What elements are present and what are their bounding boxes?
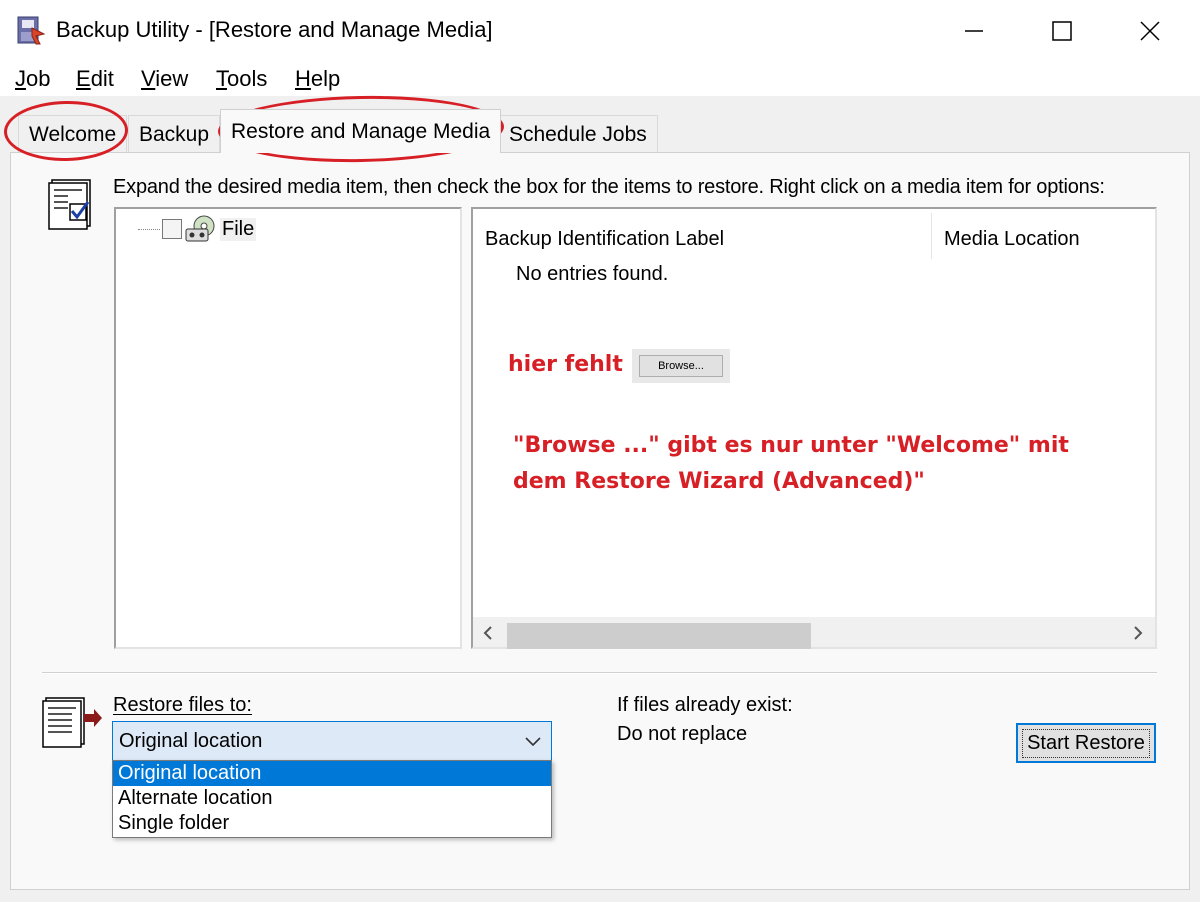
restore-to-selected-value: Original location — [119, 729, 263, 752]
tab-backup[interactable]: Backup — [128, 115, 221, 153]
close-button[interactable] — [1106, 0, 1194, 62]
annotation-note-line1: "Browse ..." gibt es nur unter "Welcome"… — [513, 433, 1069, 458]
annotation-missing-label: hier fehlt — [508, 352, 623, 377]
tree-connector — [138, 228, 160, 230]
scrollbar-thumb[interactable] — [507, 623, 811, 649]
restore-to-label: Restore files to: — [113, 694, 252, 716]
menu-job[interactable]: Job — [15, 66, 50, 92]
option-alternate-location[interactable]: Alternate location — [113, 786, 551, 811]
tree-item-label: File — [220, 217, 257, 241]
restore-to-dropdown: Original location Alternate location Sin… — [112, 760, 552, 838]
maximize-icon — [1052, 21, 1072, 41]
tab-welcome[interactable]: Welcome — [18, 115, 128, 153]
restore-to-select[interactable]: Original location — [112, 721, 552, 761]
option-single-folder[interactable]: Single folder — [113, 811, 551, 836]
column-header-backup-label[interactable]: Backup Identification Label — [473, 219, 931, 259]
column-header-media-location[interactable]: Media Location — [932, 219, 1152, 259]
backup-app-icon — [17, 16, 46, 45]
tab-schedule-jobs[interactable]: Schedule Jobs — [498, 115, 658, 153]
close-icon — [1140, 21, 1160, 41]
horizontal-scrollbar[interactable] — [473, 617, 1155, 649]
start-restore-button[interactable]: Start Restore — [1016, 723, 1156, 763]
browse-button-label: Browse... — [639, 355, 723, 377]
maximize-button[interactable] — [1018, 0, 1106, 62]
tab-restore-manage-media[interactable]: Restore and Manage Media — [220, 109, 502, 153]
tree-item-checkbox[interactable] — [162, 219, 182, 239]
minimize-icon — [965, 30, 983, 32]
minimize-button[interactable] — [930, 0, 1018, 62]
section-separator — [42, 672, 1157, 674]
menu-tools[interactable]: Tools — [216, 66, 267, 92]
start-restore-label: Start Restore — [1022, 728, 1150, 758]
media-tree-pane[interactable]: File — [114, 207, 462, 649]
restore-checklist-icon — [48, 179, 91, 230]
browse-button-illustration: Browse... — [632, 349, 730, 383]
instruction-text: Expand the desired media item, then chec… — [113, 176, 1105, 198]
menu-edit[interactable]: Edit — [76, 66, 114, 92]
menu-help[interactable]: Help — [295, 66, 340, 92]
title-bar: Backup Utility - [Restore and Manage Med… — [0, 0, 1200, 62]
option-original-location[interactable]: Original location — [113, 761, 551, 786]
media-list-pane[interactable]: Backup Identification Label Media Locati… — [471, 207, 1157, 649]
menu-view[interactable]: View — [141, 66, 188, 92]
if-exists-value: Do not replace — [617, 723, 748, 745]
window-title: Backup Utility - [Restore and Manage Med… — [56, 17, 493, 42]
tree-item-file[interactable]: File — [138, 215, 257, 242]
media-file-icon — [185, 215, 215, 242]
scroll-right-icon[interactable] — [1131, 626, 1145, 640]
annotation-note-line2: dem Restore Wizard (Advanced)" — [513, 469, 925, 494]
scroll-left-icon[interactable] — [481, 626, 495, 640]
empty-list-message: No entries found. — [516, 263, 669, 285]
menu-bar: Job Edit View Tools Help — [0, 62, 1200, 96]
if-exists-label: If files already exist: — [617, 694, 793, 716]
chevron-down-icon[interactable] — [523, 731, 543, 751]
restore-destination-icon — [42, 697, 102, 748]
